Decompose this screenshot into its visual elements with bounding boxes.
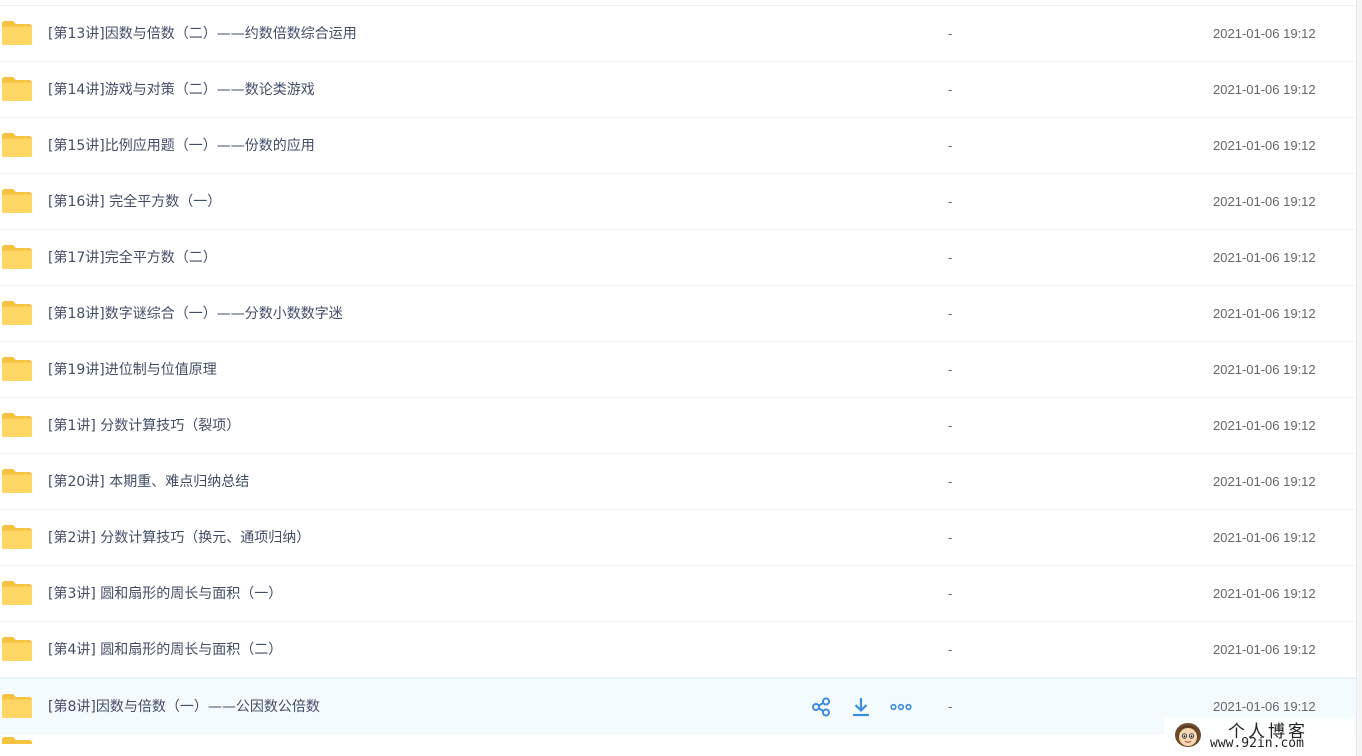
file-row[interactable]: [第1讲] 分数计算技巧（裂项） - 2021-01-06 19:12 xyxy=(0,398,1357,454)
file-name[interactable]: [第18讲]数字谜综合（一）——分数小数数字迷 xyxy=(48,286,343,342)
watermark: 个人博客 www.92in.com xyxy=(1164,717,1354,753)
file-name[interactable]: [第14讲]游戏与对策（二）——数论类游戏 xyxy=(48,62,315,118)
file-row[interactable]: [第3讲] 圆和扇形的周长与面积（一） - 2021-01-06 19:12 xyxy=(0,566,1357,622)
file-date: 2021-01-06 19:12 xyxy=(1213,82,1316,97)
file-date: 2021-01-06 19:12 xyxy=(1213,26,1316,41)
file-name[interactable]: [第8讲]因数与倍数（一）——公因数公倍数 xyxy=(48,679,320,735)
file-size: - xyxy=(948,586,953,601)
file-size: - xyxy=(948,306,953,321)
file-date: 2021-01-06 19:12 xyxy=(1213,418,1316,433)
mascot-logo-icon xyxy=(1175,723,1201,747)
scrollbar[interactable] xyxy=(1356,0,1362,756)
file-rows: [第13讲]因数与倍数（二）——约数倍数综合运用 - 2021-01-06 19:1… xyxy=(0,6,1357,734)
file-row[interactable]: [第15讲]比例应用题（一）——份数的应用 - 2021-01-06 19:12 xyxy=(0,118,1357,174)
file-name[interactable]: [第3讲] 圆和扇形的周长与面积（一） xyxy=(48,566,282,622)
share-icon[interactable] xyxy=(810,696,832,718)
file-date: 2021-01-06 19:12 xyxy=(1213,306,1316,321)
file-date: 2021-01-06 19:12 xyxy=(1213,530,1316,545)
file-date: 2021-01-06 19:12 xyxy=(1213,362,1316,377)
file-row[interactable]: [第17讲]完全平方数（二） - 2021-01-06 19:12 xyxy=(0,230,1357,286)
folder-icon xyxy=(2,133,32,157)
file-size: - xyxy=(948,418,953,433)
folder-icon xyxy=(2,637,32,661)
file-date: 2021-01-06 19:12 xyxy=(1213,474,1316,489)
file-size: - xyxy=(948,138,953,153)
file-row[interactable]: [第20讲] 本期重、难点归纳总结 - 2021-01-06 19:12 xyxy=(0,454,1357,510)
file-row[interactable]: [第14讲]游戏与对策（二）——数论类游戏 - 2021-01-06 19:12 xyxy=(0,62,1357,118)
file-list: [第13讲]因数与倍数（二）——约数倍数综合运用 - 2021-01-06 19:1… xyxy=(0,0,1357,756)
file-size: - xyxy=(948,82,953,97)
folder-icon xyxy=(2,581,32,605)
folder-icon xyxy=(2,189,32,213)
file-size: - xyxy=(948,699,953,714)
folder-icon xyxy=(2,245,32,269)
file-name[interactable]: [第15讲]比例应用题（一）——份数的应用 xyxy=(48,118,315,174)
partial-row xyxy=(0,734,1357,754)
file-date: 2021-01-06 19:12 xyxy=(1213,642,1316,657)
file-name[interactable]: [第13讲]因数与倍数（二）——约数倍数综合运用 xyxy=(48,6,357,62)
folder-icon xyxy=(2,77,32,101)
file-date: 2021-01-06 19:12 xyxy=(1213,194,1316,209)
file-row[interactable]: [第13讲]因数与倍数（二）——约数倍数综合运用 - 2021-01-06 19:1… xyxy=(0,6,1357,62)
file-size: - xyxy=(948,250,953,265)
download-icon[interactable] xyxy=(850,696,872,718)
file-row[interactable]: [第8讲]因数与倍数（一）——公因数公倍数 -2021-01-06 19:12 xyxy=(0,678,1357,734)
folder-icon xyxy=(2,525,32,549)
file-date: 2021-01-06 19:12 xyxy=(1213,138,1316,153)
file-name[interactable]: [第4讲] 圆和扇形的周长与面积（二） xyxy=(48,622,282,678)
more-icon[interactable] xyxy=(890,696,912,718)
folder-icon xyxy=(2,301,32,325)
file-size: - xyxy=(948,26,953,41)
file-date: 2021-01-06 19:12 xyxy=(1213,586,1316,601)
file-name[interactable]: [第16讲] 完全平方数（一） xyxy=(48,174,221,230)
file-date: 2021-01-06 19:12 xyxy=(1213,250,1316,265)
file-size: - xyxy=(948,474,953,489)
folder-icon xyxy=(2,21,32,45)
file-name[interactable]: [第19讲]进位制与位值原理 xyxy=(48,342,217,398)
file-size: - xyxy=(948,642,953,657)
file-name[interactable]: [第1讲] 分数计算技巧（裂项） xyxy=(48,398,240,454)
file-name[interactable]: [第17讲]完全平方数（二） xyxy=(48,230,217,286)
file-row[interactable]: [第4讲] 圆和扇形的周长与面积（二） - 2021-01-06 19:12 xyxy=(0,622,1357,678)
row-actions xyxy=(810,694,912,720)
file-name[interactable]: [第2讲] 分数计算技巧（换元、通项归纳） xyxy=(48,510,310,566)
file-row[interactable]: [第19讲]进位制与位值原理 - 2021-01-06 19:12 xyxy=(0,342,1357,398)
folder-icon xyxy=(2,737,32,744)
file-size: - xyxy=(948,194,953,209)
file-row[interactable]: [第18讲]数字谜综合（一）——分数小数数字迷 - 2021-01-06 19:12 xyxy=(0,286,1357,342)
file-row[interactable]: [第16讲] 完全平方数（一） - 2021-01-06 19:12 xyxy=(0,174,1357,230)
folder-icon xyxy=(2,357,32,381)
file-size: - xyxy=(948,530,953,545)
watermark-url: www.92in.com xyxy=(1210,736,1304,751)
file-name[interactable]: [第20讲] 本期重、难点归纳总结 xyxy=(48,454,249,510)
folder-icon xyxy=(2,413,32,437)
file-size: - xyxy=(948,362,953,377)
folder-icon xyxy=(2,694,32,718)
folder-icon xyxy=(2,469,32,493)
file-row[interactable]: [第2讲] 分数计算技巧（换元、通项归纳） - 2021-01-06 19:12 xyxy=(0,510,1357,566)
